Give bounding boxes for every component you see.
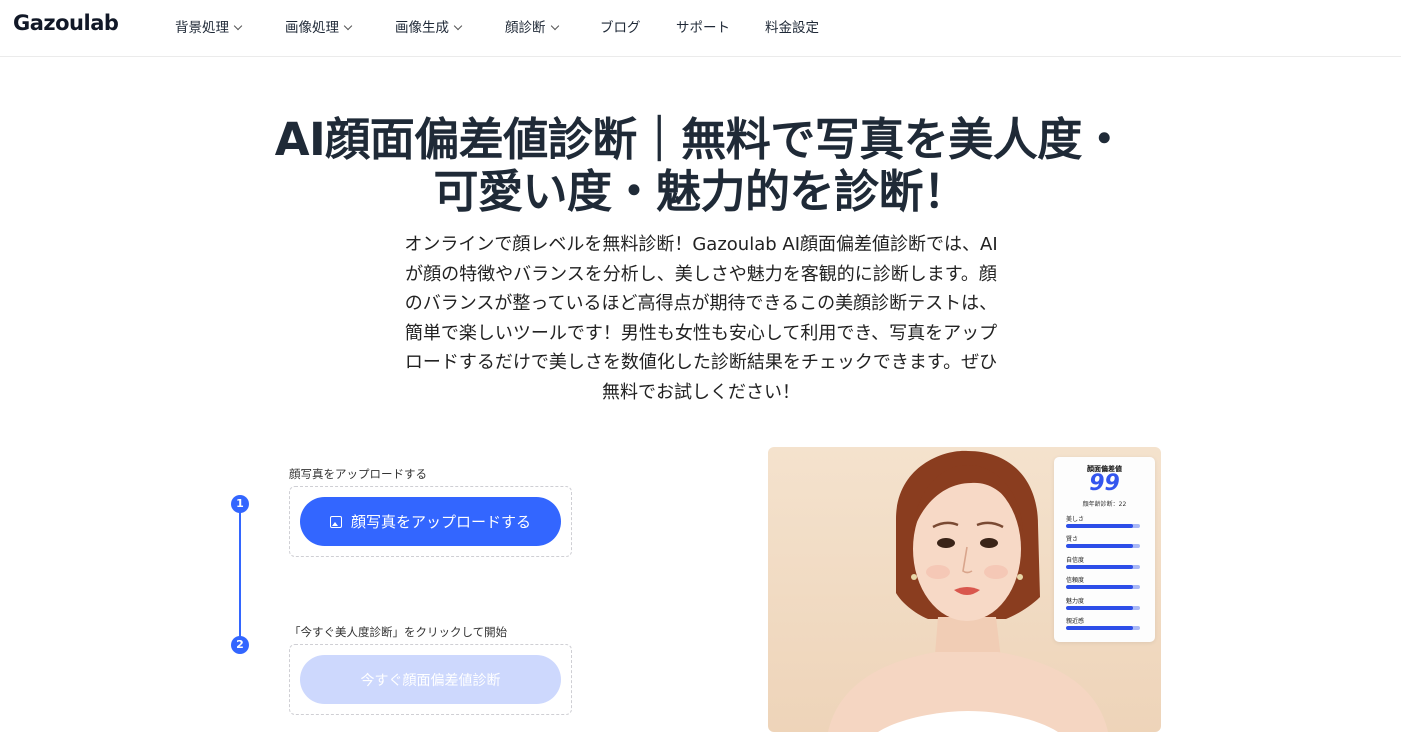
metric-label: 賢さ <box>1066 536 1079 543</box>
nav-item-label: 画像生成 <box>395 20 449 36</box>
description-line: 無料でお試しください！ <box>602 381 800 403</box>
metric-label: 親近感 <box>1066 618 1085 625</box>
metric-label: 美しさ <box>1066 516 1085 523</box>
sample-result-image: 顔面偏差値 99 顔年齢診断：22 美しさ 賢さ 自信度 信頼度 魅力度 親近感 <box>768 447 1161 732</box>
metric-bar <box>1066 585 1140 589</box>
metric-label: 信頼度 <box>1066 577 1085 584</box>
title-line-2: 可愛い度・魅力的を診断！ <box>433 165 968 218</box>
description-line: 簡単で楽しいツールです！男性も女性も安心して利用でき、写真をアップ <box>404 322 998 344</box>
metric-fill <box>1066 626 1133 630</box>
site-logo[interactable]: Gazoulab <box>13 11 119 35</box>
nav-item-image-processing[interactable]: 画像処理 <box>285 16 353 36</box>
chevron-down-icon <box>233 21 243 31</box>
description-line: が顔の特徴やバランスを分析し、美しさや魅力を客観的に診断します。顔 <box>405 263 997 285</box>
metric-bar <box>1066 544 1140 548</box>
step-label-start: 「今すぐ美人度診断」をクリックして開始 <box>289 625 508 639</box>
chevron-down-icon <box>343 21 353 31</box>
metric-bar <box>1066 524 1140 528</box>
step-number-1: 1 <box>231 495 249 513</box>
site-header: Gazoulab 背景処理 画像処理 画像生成 顔診断 ブログ サポート 料金設… <box>0 0 1401 57</box>
title-line-1: AI顔面偏差値診断｜無料で写真を美人度・ <box>274 113 1127 166</box>
score-value: 99 <box>1089 471 1120 496</box>
score-card: 顔面偏差値 99 顔年齢診断：22 美しさ 賢さ 自信度 信頼度 魅力度 親近感 <box>1054 457 1155 642</box>
metric-bar <box>1066 565 1140 569</box>
image-icon <box>329 515 342 528</box>
chevron-down-icon <box>550 21 559 31</box>
nav-item-pricing[interactable]: 料金設定 <box>765 16 819 36</box>
face-age: 顔年齢診断：22 <box>1082 501 1127 508</box>
metric-label: 自信度 <box>1066 557 1085 564</box>
metric-fill <box>1066 544 1133 548</box>
page-description: オンラインで顔レベルを無料診断！Gazoulab AI顔面偏差値診断では、AI … <box>362 230 1040 407</box>
metric-fill <box>1066 565 1133 569</box>
nav-item-face-diagnosis[interactable]: 顔診断 <box>505 16 559 36</box>
upload-photo-button[interactable]: 顔写真をアップロードする <box>300 497 561 546</box>
start-button-label: 今すぐ顔面偏差値診断 <box>360 672 501 689</box>
step-number-2: 2 <box>231 636 249 654</box>
metric-bar <box>1066 626 1140 630</box>
page-title: AI顔面偏差値診断｜無料で写真を美人度・ 可愛い度・魅力的を診断！ <box>200 114 1201 218</box>
metric-fill <box>1066 606 1133 610</box>
start-diagnosis-button[interactable]: 今すぐ顔面偏差値診断 <box>300 655 561 704</box>
description-line: のバランスが整っているほど高得点が期待できるこの美顔診断テストは、 <box>404 293 998 314</box>
chevron-down-icon <box>453 21 463 31</box>
step-label-upload: 顔写真をアップロードする <box>289 467 427 481</box>
nav-item-label: 料金設定 <box>765 20 819 36</box>
nav-item-background[interactable]: 背景処理 <box>175 16 243 36</box>
nav-item-label: 画像処理 <box>285 20 339 36</box>
upload-button-label: 顔写真をアップロードする <box>350 513 531 531</box>
nav-item-image-generation[interactable]: 画像生成 <box>395 16 463 36</box>
metric-fill <box>1066 524 1133 528</box>
description-line: オンラインで顔レベルを無料診断！Gazoulab AI顔面偏差値診断では、AI <box>404 234 998 255</box>
steps-connector <box>239 505 241 645</box>
nav-item-label: ブログ <box>600 20 641 36</box>
nav-item-blog[interactable]: ブログ <box>600 16 641 36</box>
metric-bar <box>1066 606 1140 610</box>
nav-item-label: サポート <box>676 20 730 36</box>
nav-item-support[interactable]: サポート <box>676 16 730 36</box>
description-line: ロードするだけで美しさを数値化した診断結果をチェックできます。ぜひ <box>404 352 998 373</box>
nav-item-label: 背景処理 <box>175 20 229 36</box>
nav-item-label: 顔診断 <box>505 20 546 36</box>
metric-label: 魅力度 <box>1066 598 1085 605</box>
metric-fill <box>1066 585 1133 589</box>
